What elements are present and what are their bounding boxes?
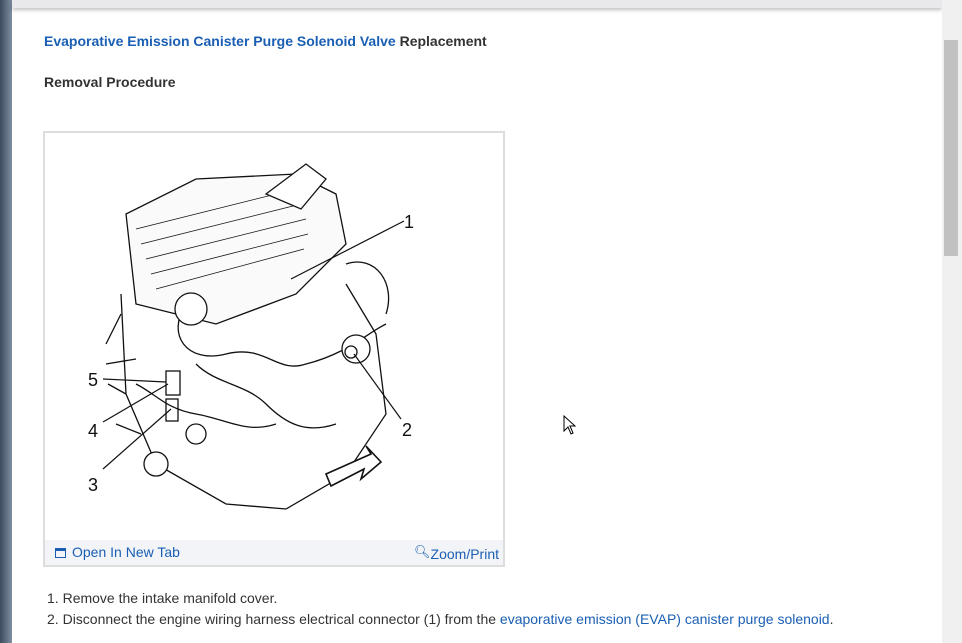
callout-3: 3 bbox=[88, 475, 98, 495]
intake-manifold bbox=[125, 173, 347, 325]
new-tab-icon bbox=[55, 548, 66, 558]
callout-5: 5 bbox=[88, 370, 98, 390]
panel-top-bar bbox=[12, 0, 942, 8]
callout-4: 4 bbox=[88, 421, 98, 441]
step-number: 1. bbox=[47, 590, 59, 606]
engine-diagram[interactable]: 1 2 3 4 5 bbox=[46, 134, 502, 540]
zoom-print-label: Zoom/Print bbox=[430, 546, 499, 562]
evap-solenoid-link[interactable]: evaporative emission (EVAP) canister pur… bbox=[500, 611, 830, 627]
procedure-steps: 1. Remove the intake manifold cover. 2. … bbox=[47, 588, 833, 630]
step-text: Disconnect the engine wiring harness ele… bbox=[62, 611, 500, 627]
zoom-print-link[interactable]: 🔍︎Zoom/Print bbox=[414, 544, 499, 562]
step-text-end: . bbox=[829, 611, 834, 627]
callout-2: 2 bbox=[402, 420, 412, 440]
scrollbar-thumb[interactable] bbox=[944, 40, 958, 256]
step-text: Remove the intake manifold cover. bbox=[62, 590, 278, 606]
figure-container: 1 2 3 4 5 Open In New Tab 🔍︎Zoom/Print bbox=[43, 131, 505, 567]
mouse-cursor-icon bbox=[563, 415, 577, 435]
open-in-new-tab-label: Open In New Tab bbox=[72, 544, 180, 560]
component-link[interactable]: Evaporative Emission Canister Purge Sole… bbox=[44, 33, 396, 49]
direction-arrow bbox=[324, 445, 383, 488]
open-in-new-tab-link[interactable]: Open In New Tab bbox=[55, 544, 180, 560]
step-2: 2. Disconnect the engine wiring harness … bbox=[47, 609, 833, 630]
callout-1: 1 bbox=[404, 212, 414, 232]
section-heading: Removal Procedure bbox=[44, 74, 176, 90]
zoom-in-icon: 🔍︎ bbox=[414, 544, 431, 559]
step-1: 1. Remove the intake manifold cover. bbox=[47, 588, 833, 609]
step-number: 2. bbox=[47, 611, 59, 627]
page-title: Evaporative Emission Canister Purge Sole… bbox=[44, 33, 487, 49]
figure-toolbar: Open In New Tab 🔍︎Zoom/Print bbox=[45, 540, 503, 565]
background-window-edge bbox=[0, 0, 12, 643]
title-suffix: Replacement bbox=[395, 33, 487, 49]
